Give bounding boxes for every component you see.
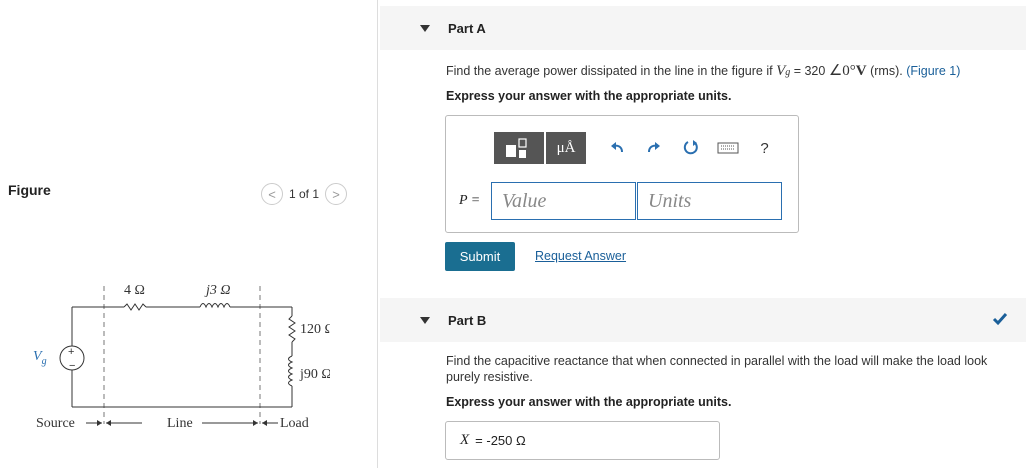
load-inductor: [288, 355, 294, 387]
collapse-triangle-icon: [420, 316, 430, 324]
keyboard-icon[interactable]: [709, 132, 746, 164]
templates-button[interactable]: [494, 132, 544, 164]
part-b-answer-value: = -250 Ω: [475, 433, 526, 448]
part-a-header[interactable]: Part A: [380, 6, 1026, 50]
svg-text:+: +: [68, 346, 74, 358]
reset-icon[interactable]: [672, 132, 709, 164]
collapse-triangle-icon: [420, 24, 430, 32]
figure-1-link[interactable]: (Figure 1): [906, 64, 960, 78]
line-reactance-label: j3 Ω: [204, 283, 231, 298]
line-resistance-label: 4 Ω: [124, 283, 145, 298]
part-a-label: Part A: [448, 20, 486, 36]
load-reactance-label: j90 Ω: [299, 367, 330, 382]
figure-pane: Figure < 1 of 1 > + − 4 Ω j3 Ω 120 Ω j90…: [0, 0, 378, 468]
next-figure-button[interactable]: >: [325, 183, 348, 205]
undo-icon[interactable]: [598, 132, 635, 164]
request-answer-link[interactable]: Request Answer: [535, 249, 626, 263]
part-b-header[interactable]: Part B: [380, 298, 1026, 342]
units-button[interactable]: μÅ: [546, 132, 586, 164]
part-a-answer-box: μÅ ? P = Value Units: [445, 115, 799, 233]
line-resistor: [123, 303, 147, 311]
submit-button[interactable]: Submit: [445, 242, 515, 271]
p-variable-label: P =: [459, 193, 481, 208]
redo-icon[interactable]: [635, 132, 672, 164]
source-region-label: Source: [36, 416, 75, 431]
pager-count: 1 of 1: [289, 187, 320, 201]
part-b-answer-box: X = -250 Ω: [445, 421, 720, 460]
templates-icon: [506, 138, 527, 158]
part-b-question: Find the capacitive reactance that when …: [446, 354, 988, 384]
part-b-label: Part B: [448, 312, 487, 328]
figure-title: Figure: [8, 182, 51, 198]
line-inductor: [199, 303, 231, 309]
load-resistor: [288, 315, 296, 343]
circuit-diagram: + − 4 Ω j3 Ω 120 Ω j90 Ω Vg Source Line …: [33, 283, 330, 431]
part-a-instruction: Express your answer with the appropriate…: [446, 89, 732, 103]
questions-pane: Part A Find the average power dissipated…: [380, 0, 1034, 468]
units-input[interactable]: Units: [637, 182, 782, 220]
part-a-question: Find the average power dissipated in the…: [446, 63, 961, 79]
load-resistance-label: 120 Ω: [300, 322, 330, 337]
value-input[interactable]: Value: [491, 182, 636, 220]
prev-figure-button[interactable]: <: [261, 183, 283, 205]
load-region-label: Load: [280, 416, 309, 431]
source-voltage-label: Vg: [33, 349, 47, 367]
part-b-instruction: Express your answer with the appropriate…: [446, 395, 732, 409]
checkmark-icon: [992, 313, 1008, 326]
x-variable-label: X: [460, 432, 470, 448]
figure-pager: < 1 of 1 >: [261, 183, 348, 205]
math-toolbar: μÅ ?: [494, 132, 783, 164]
line-region-label: Line: [167, 416, 193, 431]
help-button[interactable]: ?: [746, 132, 783, 164]
